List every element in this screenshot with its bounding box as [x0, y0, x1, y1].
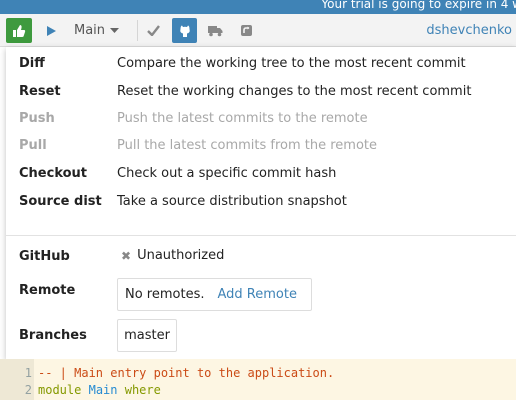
command-description: Pull the latest commits from the remote [117, 137, 378, 153]
check-icon [146, 25, 160, 36]
command-description: Check out a specific commit hash [117, 165, 337, 181]
run-button[interactable] [38, 14, 64, 47]
github-status-text: Unauthorized [137, 248, 225, 263]
code-line[interactable]: -- | Main entry point to the application… [38, 364, 334, 381]
code-line[interactable]: module Main where [38, 381, 161, 398]
code-keyword: where [124, 382, 161, 397]
branches-label: Branches [19, 328, 87, 343]
github-label: GitHub [19, 249, 70, 264]
remote-box: No remotes. Add Remote [117, 278, 312, 311]
section-divider [6, 235, 516, 236]
command-source-dist[interactable]: Source dist Take a source distribution s… [19, 191, 347, 211]
command-description: Push the latest commits to the remote [117, 110, 368, 126]
command-description: Reset the working changes to the most re… [117, 83, 472, 99]
command-push: Push Push the latest commits to the remo… [19, 108, 368, 128]
command-name: Source dist [19, 193, 102, 209]
command-description: Take a source distribution snapshot [117, 193, 347, 209]
command-name: Push [19, 110, 55, 126]
toolbar-divider [137, 20, 138, 41]
branch-item-master[interactable]: master [117, 319, 177, 352]
github-button[interactable] [172, 18, 197, 43]
git-dropdown-panel: Diff Compare the working tree to the mos… [6, 47, 516, 359]
command-name: Checkout [19, 165, 88, 181]
user-menu[interactable]: dshevchenko [426, 14, 512, 47]
remote-label: Remote [19, 283, 76, 298]
command-diff[interactable]: Diff Compare the working tree to the mos… [19, 53, 466, 73]
deploy-button[interactable] [202, 14, 228, 47]
close-icon: ✖ [121, 248, 132, 263]
command-checkout[interactable]: Checkout Check out a specific commit has… [19, 163, 336, 183]
command-pull: Pull Pull the latest commits from the re… [19, 135, 377, 155]
username: dshevchenko [426, 23, 512, 38]
thumbs-up-button[interactable] [6, 18, 32, 43]
command-name: Reset [19, 83, 61, 99]
trial-banner[interactable]: Your trial is going to expire in 4 w [0, 0, 516, 14]
branch-dropdown-label: Main [74, 23, 106, 38]
code-comment: -- | Main entry point to the application… [38, 365, 335, 380]
fork-button[interactable] [233, 14, 259, 47]
code-editor[interactable]: 1 -- | Main entry point to the applicati… [0, 359, 516, 400]
github-status[interactable]: ✖ Unauthorized [121, 248, 224, 263]
play-icon [47, 25, 56, 36]
line-number: 1 [24, 365, 32, 380]
add-remote-link[interactable]: Add Remote [218, 287, 297, 302]
branch-name: master [124, 328, 170, 343]
github-icon [179, 25, 190, 37]
code-keyword: module [38, 382, 82, 397]
line-number: 2 [24, 382, 32, 397]
commit-button[interactable] [140, 14, 166, 47]
branch-dropdown[interactable]: Main [64, 14, 134, 47]
toolbar: Main dshevchenko [0, 14, 516, 47]
chevron-down-icon [110, 27, 120, 33]
truck-icon [207, 25, 222, 36]
fork-icon [240, 25, 252, 36]
trial-banner-text: Your trial is going to expire in 4 w [321, 0, 516, 11]
command-name: Diff [19, 55, 45, 71]
command-reset[interactable]: Reset Reset the working changes to the m… [19, 81, 471, 101]
command-name: Pull [19, 137, 47, 153]
code-type: Main [88, 382, 118, 397]
command-description: Compare the working tree to the most rec… [117, 55, 466, 71]
remote-value: No remotes. [125, 287, 205, 302]
thumbs-up-icon [13, 24, 26, 37]
